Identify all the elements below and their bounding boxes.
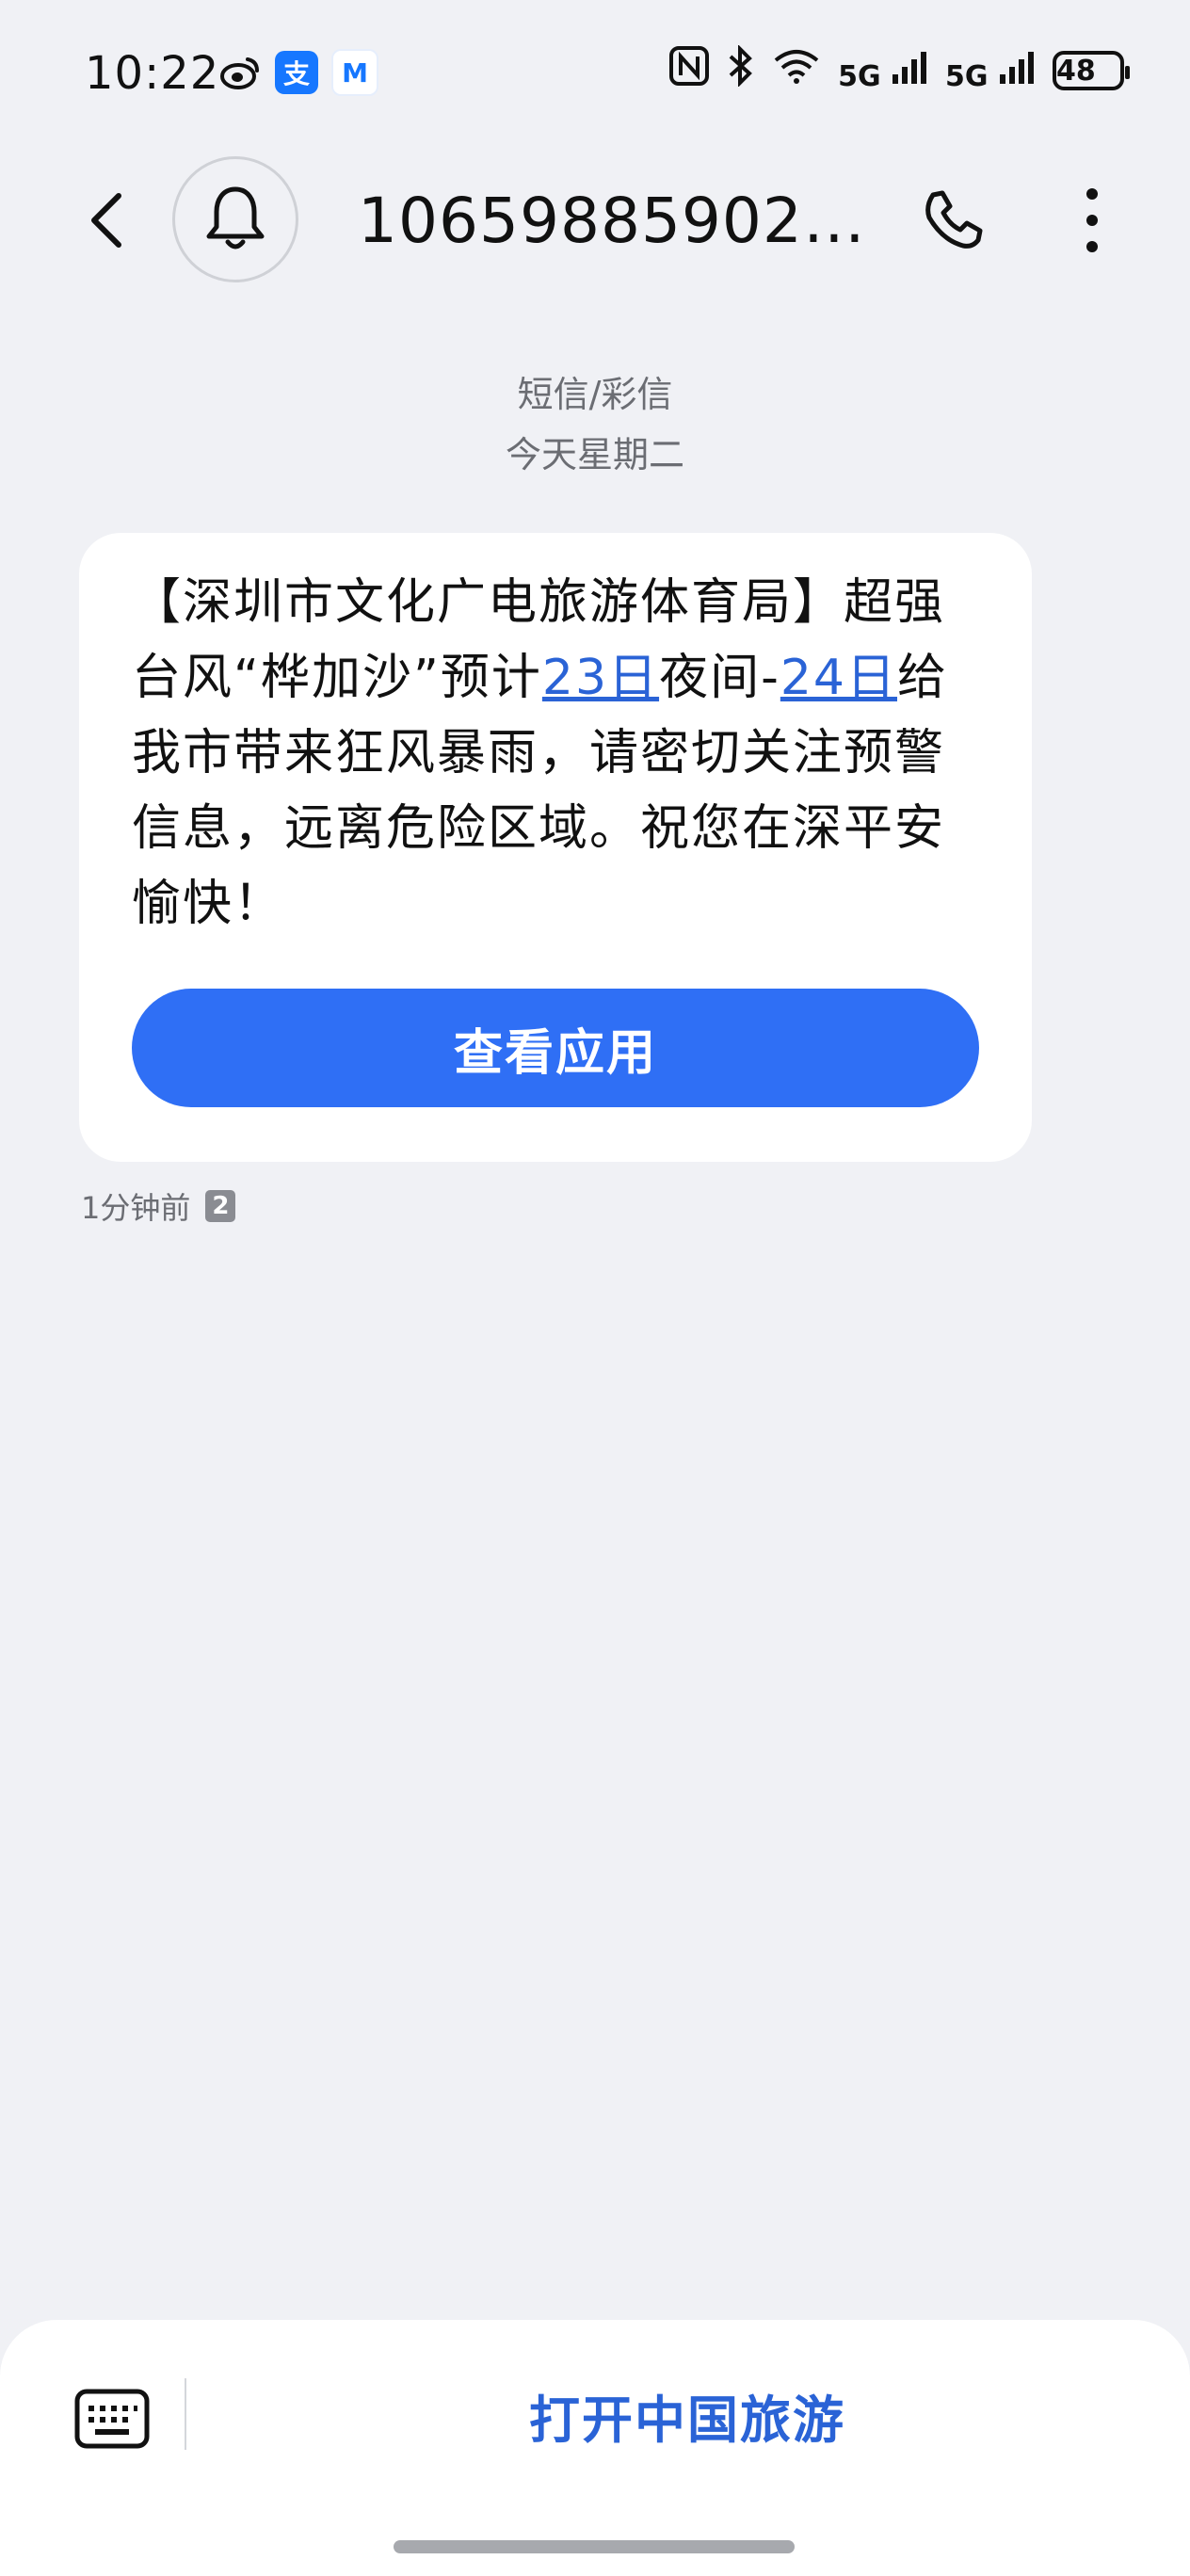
more-vertical-icon [1086, 188, 1098, 252]
message-time: 1分钟前 [81, 1190, 191, 1226]
status-bar: 10:22 支 M 5G 5G 48 [0, 0, 1190, 151]
more-options-button[interactable] [1064, 183, 1120, 258]
signal-label-1: 5G [838, 59, 881, 93]
phone-icon [925, 190, 983, 249]
wifi-icon [772, 47, 821, 93]
date-link-24[interactable]: 24日 [780, 650, 897, 706]
message-bubble[interactable]: 【深圳市文化广电旅游体育局】超强台风“桦加沙”预计23日夜间-24日给我市带来狂… [79, 533, 1032, 1162]
message-text: 【深圳市文化广电旅游体育局】超强台风“桦加沙”预计23日夜间-24日给我市带来狂… [132, 565, 981, 942]
conversation-header: 106598859020... [0, 151, 1190, 292]
chevron-left-icon [91, 193, 121, 248]
keyboard-icon [74, 2389, 150, 2449]
view-app-button[interactable]: 查看应用 [132, 989, 979, 1107]
message-type-label: 短信/彩信 [517, 374, 673, 415]
message-text-part2: 夜间- [659, 650, 780, 706]
battery-level: 48 [1056, 54, 1096, 88]
status-time: 10:22 [85, 47, 220, 100]
home-indicator[interactable] [394, 2540, 795, 2553]
bluetooth-icon [727, 44, 755, 95]
contact-title: 106598859020... [358, 185, 866, 257]
keyboard-button[interactable] [72, 2386, 153, 2452]
sim-badge: 2 [205, 1190, 236, 1222]
alipay-icon: 支 [275, 51, 318, 94]
message-meta: 1分钟前 2 [81, 1184, 236, 1228]
call-button[interactable] [915, 183, 990, 258]
metro-icon: M [331, 49, 378, 96]
avatar[interactable] [172, 156, 298, 282]
signal-icon-1: 5G [838, 48, 928, 93]
battery-icon: 48 [1053, 50, 1130, 90]
system-icons: 5G 5G 48 [668, 44, 1130, 95]
bottom-bar: 打开中国旅游 [0, 2320, 1190, 2576]
date-link-23[interactable]: 23日 [542, 650, 659, 706]
nfc-icon [668, 45, 710, 95]
notification-icons: 支 M [218, 49, 378, 96]
weibo-icon [218, 51, 262, 94]
signal-label-2: 5G [945, 59, 989, 93]
back-button[interactable] [75, 190, 136, 250]
bell-icon [206, 186, 265, 250]
date-separator: 今天星期二 [505, 434, 684, 475]
signal-icon-2: 5G [945, 48, 1036, 93]
open-china-travel-link[interactable]: 打开中国旅游 [185, 2373, 1190, 2457]
